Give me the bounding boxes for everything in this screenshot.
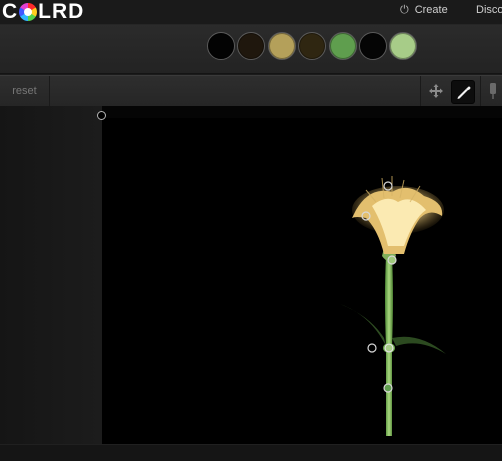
swatch-2[interactable]	[237, 32, 265, 60]
create-link[interactable]: ⏻ Create	[400, 3, 448, 17]
logo-letters: LRD	[38, 0, 85, 23]
logo-letter-c: C	[2, 0, 19, 23]
palette-bar	[0, 25, 502, 74]
discover-link[interactable]: Disco	[476, 3, 502, 17]
eyedropper-tool-button[interactable]	[451, 80, 475, 104]
swatch-4[interactable]	[298, 32, 326, 60]
reset-button[interactable]: reset	[0, 76, 50, 106]
color-picker-3[interactable]	[387, 255, 397, 265]
swatch-3[interactable]	[268, 32, 296, 60]
top-bar: C LRD ⏻ Create Disco	[0, 0, 502, 25]
color-picker-6[interactable]	[383, 383, 393, 393]
bottom-strip	[0, 444, 502, 461]
toolbar-divider	[480, 76, 481, 106]
swatch-7[interactable]	[389, 32, 417, 60]
workspace	[0, 106, 502, 444]
swatch-1[interactable]	[207, 32, 235, 60]
color-picker-2[interactable]	[361, 211, 371, 221]
color-wheel-icon	[19, 3, 38, 21]
color-picker-1[interactable]	[383, 181, 393, 191]
canvas-resize-handle[interactable]	[97, 111, 106, 120]
picker-layer	[361, 181, 397, 393]
side-tool-icon[interactable]	[488, 82, 498, 100]
swatch-5[interactable]	[329, 32, 357, 60]
swatch-6[interactable]	[359, 32, 387, 60]
power-icon: ⏻	[400, 4, 409, 16]
color-picker-5[interactable]	[384, 343, 394, 353]
eyedropper-icon	[457, 86, 471, 99]
move-icon[interactable]	[428, 83, 444, 99]
color-picker-4[interactable]	[367, 343, 377, 353]
toolbar: reset	[0, 75, 502, 107]
create-label: Create	[414, 4, 448, 16]
colrd-logo[interactable]: C LRD	[2, 1, 84, 23]
toolbar-divider	[420, 76, 421, 106]
